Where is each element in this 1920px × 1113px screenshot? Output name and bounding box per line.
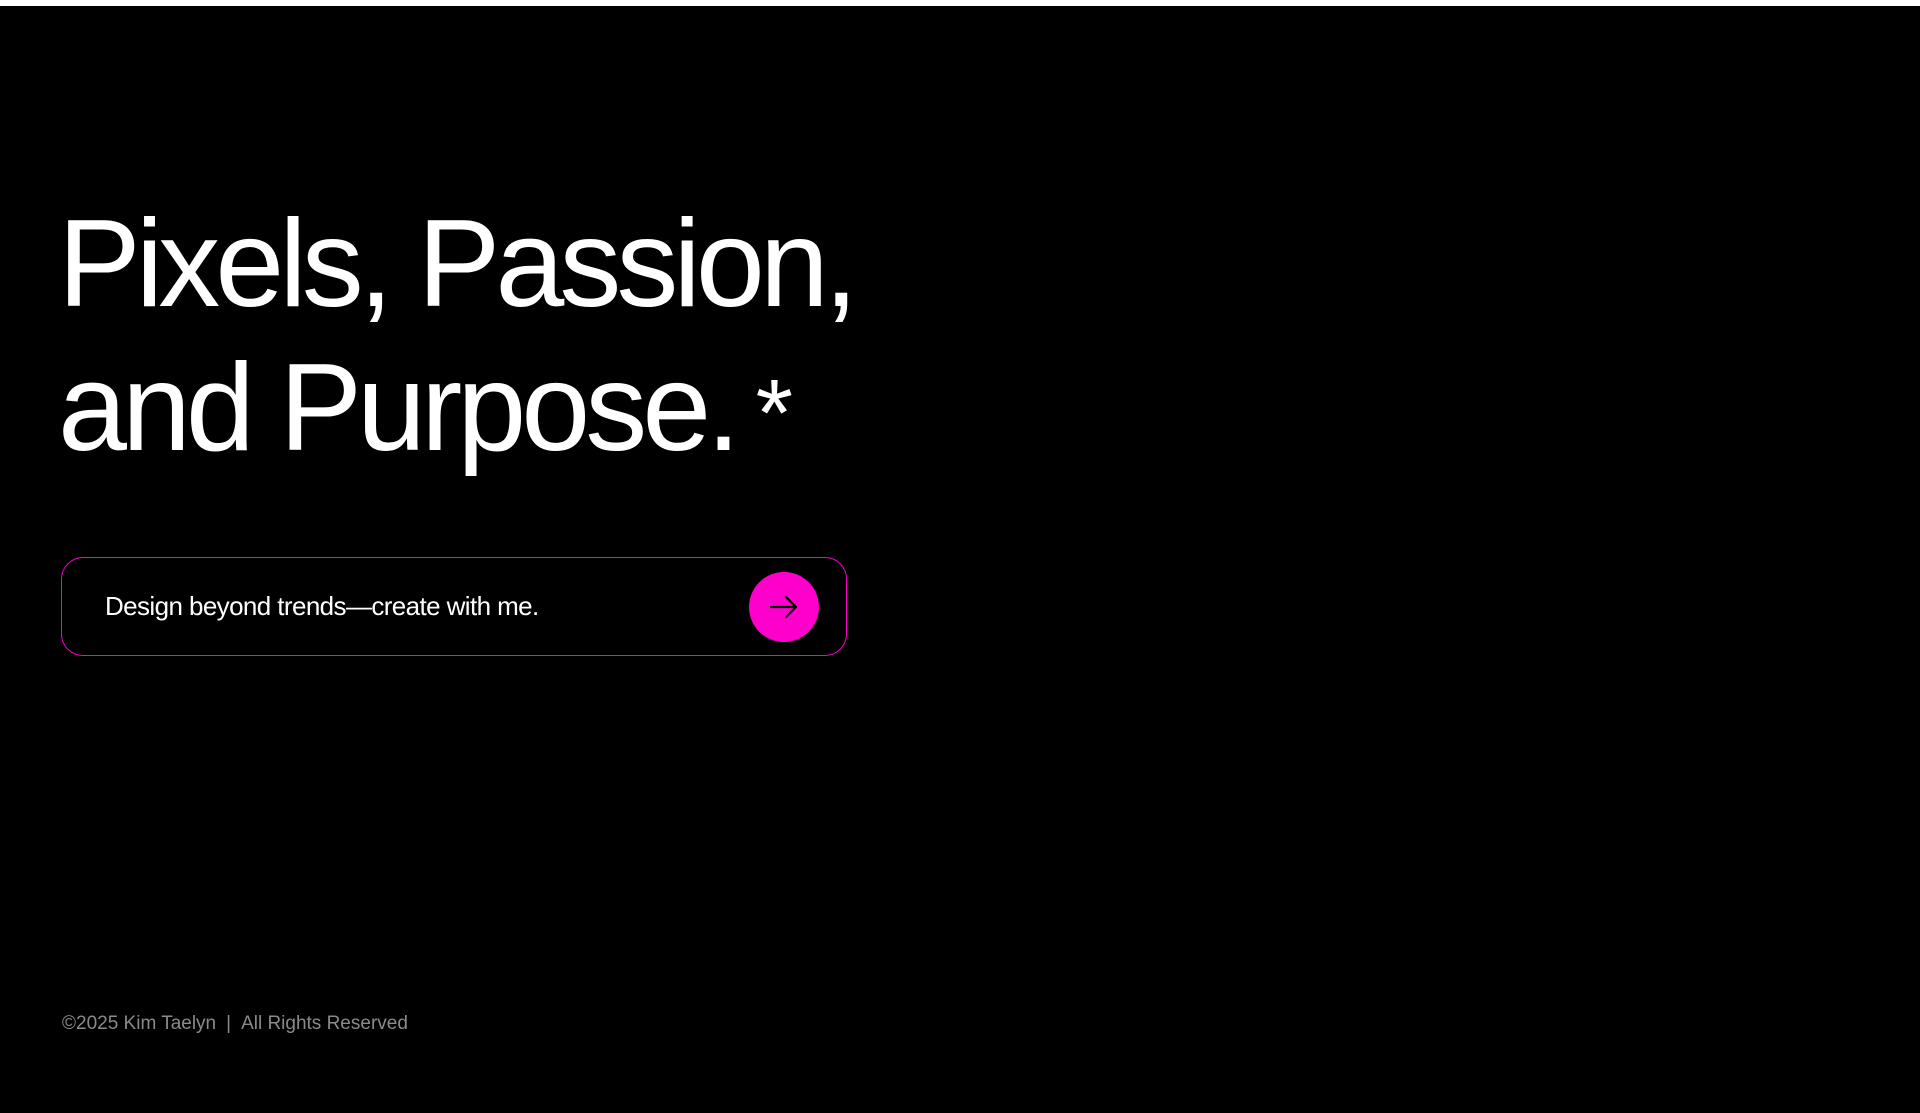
hero-line-1: Pixels, Passion,	[58, 195, 858, 333]
footer-rights: All Rights Reserved	[241, 1013, 408, 1034]
cta-submit-button[interactable]	[749, 572, 819, 642]
cta-input-pill[interactable]: Design beyond trends—create with me.	[61, 557, 847, 656]
arrow-right-icon	[769, 595, 798, 619]
footer-copyright: ©2025 Kim Taelyn	[62, 1013, 217, 1034]
hero-line-2-text: and Purpose.	[58, 339, 741, 477]
footer-separator: |	[226, 1013, 232, 1034]
cta-text: Design beyond trends—create with me.	[105, 591, 539, 621]
footer: ©2025 Kim Taelyn | All Rights Reserved	[62, 1012, 408, 1036]
hero-line-2: and Purpose. *	[58, 336, 958, 486]
hero-headline: Pixels, Passion, and Purpose. *	[58, 192, 958, 486]
page-background: Pixels, Passion, and Purpose. * Design be…	[0, 6, 1920, 1113]
asterisk-icon: *	[755, 360, 794, 467]
